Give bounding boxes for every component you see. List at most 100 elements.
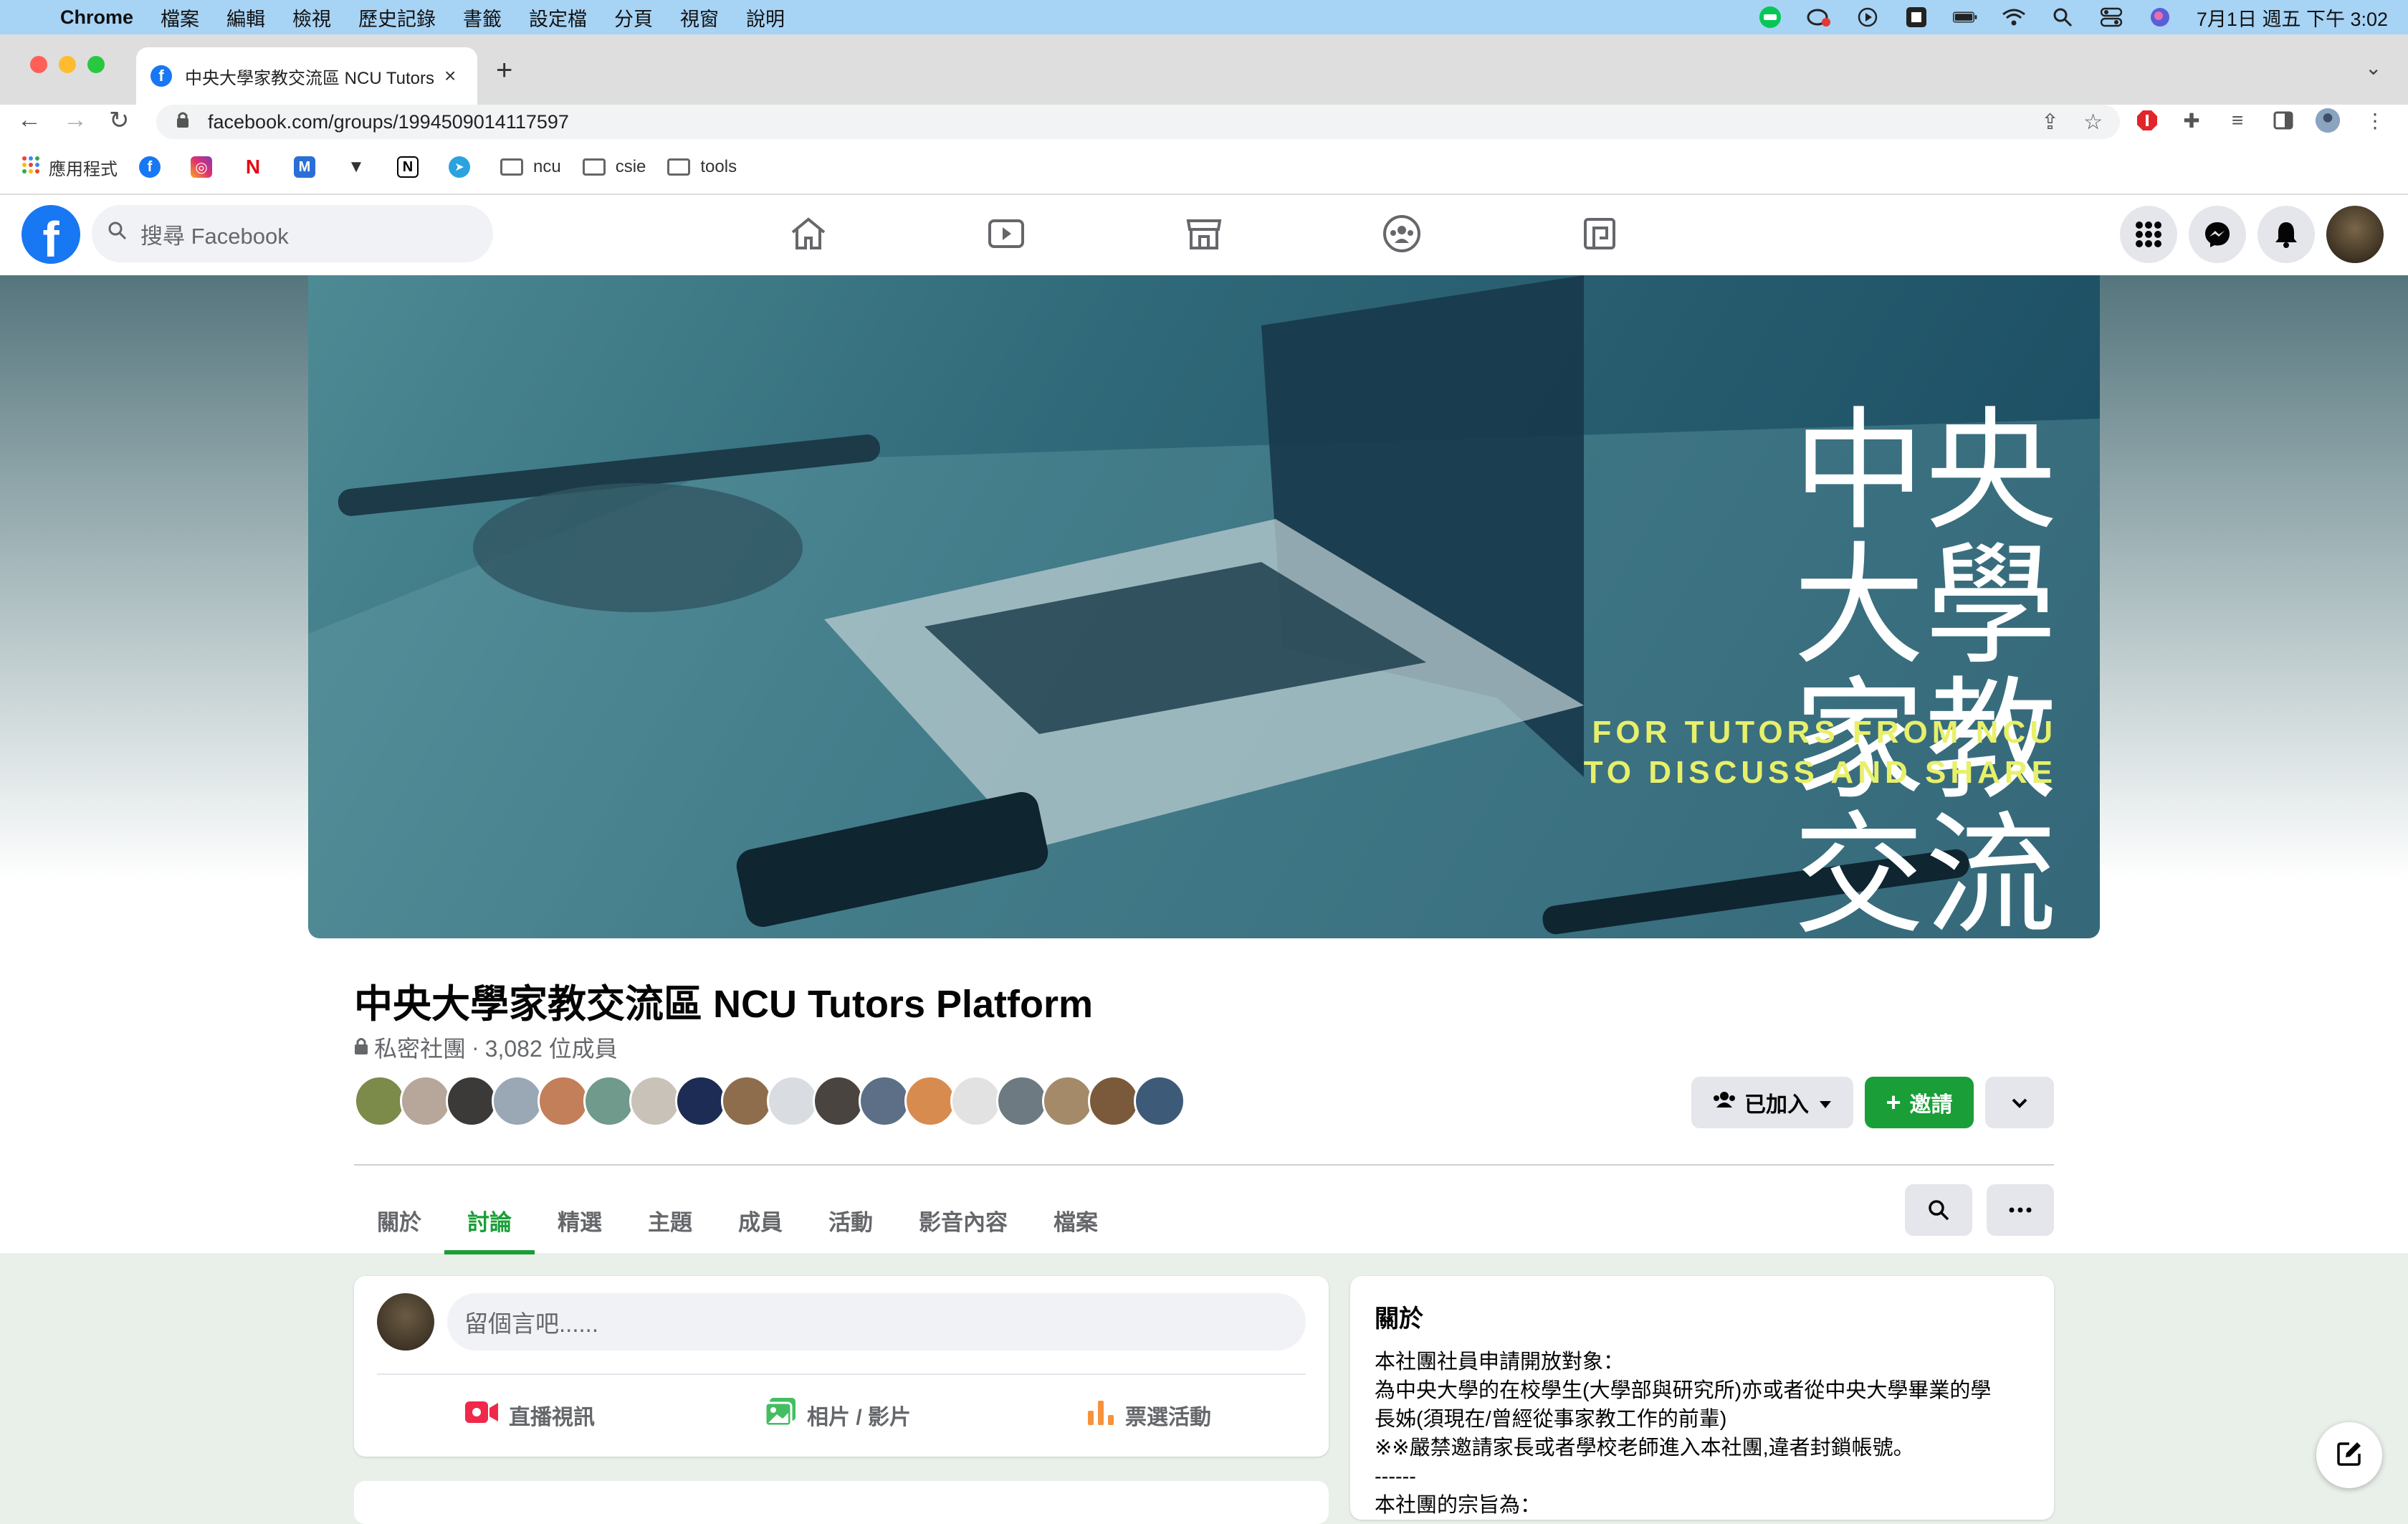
tab-media[interactable]: 影音內容 <box>896 1186 1031 1254</box>
menubar-clock[interactable]: 7月1日 週五 下午 3:02 <box>2197 4 2388 32</box>
tab-about[interactable]: 關於 <box>354 1186 444 1254</box>
control-center-icon[interactable] <box>2099 6 2123 28</box>
bookmark-instagram[interactable]: ◎ <box>191 156 221 178</box>
forward-arrow-icon[interactable]: → <box>63 106 87 134</box>
facebook-logo[interactable]: f <box>22 205 80 264</box>
profile-avatar[interactable] <box>2315 108 2341 133</box>
joined-button[interactable]: 已加入 <box>1691 1077 1853 1128</box>
nav-watch-icon[interactable] <box>985 212 1028 255</box>
nav-groups-icon[interactable] <box>1380 212 1423 255</box>
window-zoom-button[interactable] <box>87 56 105 73</box>
menu-edit[interactable]: 編輯 <box>226 4 265 32</box>
bookmark-extension[interactable]: ▼ <box>345 156 376 178</box>
window-close-button[interactable] <box>30 56 47 73</box>
account-avatar[interactable] <box>2326 206 2384 263</box>
poll-button[interactable]: 票選活動 <box>1086 1394 1211 1437</box>
member-avatar[interactable] <box>813 1075 864 1127</box>
member-avatar[interactable] <box>538 1075 589 1127</box>
url-text[interactable]: facebook.com/groups/1994509014117597 <box>208 111 569 133</box>
adblock-extension-icon[interactable] <box>2134 108 2160 133</box>
member-avatar[interactable] <box>492 1075 543 1127</box>
member-avatar[interactable] <box>1042 1075 1094 1127</box>
facebook-search-input[interactable]: 搜尋 Facebook <box>92 205 493 262</box>
input-method-icon[interactable] <box>1904 6 1929 28</box>
more-options-dropdown[interactable] <box>1985 1077 2054 1128</box>
photo-video-button[interactable]: 相片 / 影片 <box>764 1394 911 1437</box>
invite-button[interactable]: + 邀請 <box>1865 1077 1974 1128</box>
menu-view[interactable]: 檢視 <box>292 4 331 32</box>
more-icon[interactable] <box>1987 1184 2054 1236</box>
menu-tab[interactable]: 分頁 <box>614 4 653 32</box>
siri-icon[interactable] <box>2148 6 2172 28</box>
nav-gaming-icon[interactable] <box>1578 212 1621 255</box>
new-tab-button[interactable]: + <box>496 54 512 87</box>
window-minimize-button[interactable] <box>59 56 76 73</box>
member-avatar[interactable] <box>950 1075 1002 1127</box>
member-count[interactable]: 3,082 位成員 <box>485 1031 618 1064</box>
side-panel-icon[interactable] <box>2270 108 2296 133</box>
group-title[interactable]: 中央大學家教交流區 NCU Tutors Platform <box>354 972 1093 1029</box>
menu-app-name[interactable]: Chrome <box>60 6 133 29</box>
menu-bookmarks[interactable]: 書籤 <box>463 4 502 32</box>
tab-featured[interactable]: 精選 <box>535 1186 625 1254</box>
media-control-icon[interactable]: ≡ <box>2225 108 2250 133</box>
bookmark-notion[interactable]: N <box>397 156 427 178</box>
member-avatar[interactable] <box>767 1075 818 1127</box>
menu-window[interactable]: 視窗 <box>680 4 719 32</box>
group-privacy[interactable]: 私密社團 <box>374 1031 466 1064</box>
play-status-icon[interactable] <box>1855 6 1880 28</box>
share-icon[interactable]: ⇪ <box>2041 110 2059 135</box>
bookmark-apps[interactable]: 應用程式 <box>22 155 118 180</box>
reload-icon[interactable]: ↻ <box>109 106 130 135</box>
tab-search-chevron-icon[interactable]: ⌄ <box>2365 56 2381 80</box>
lock-icon[interactable] <box>176 111 189 133</box>
member-avatar[interactable] <box>446 1075 497 1127</box>
member-avatar[interactable] <box>354 1075 406 1127</box>
menu-grid-icon[interactable] <box>2120 206 2177 263</box>
bookmark-facebook[interactable]: f <box>139 156 169 178</box>
extensions-puzzle-icon[interactable]: ✚ <box>2179 108 2204 133</box>
bookmark-folder-ncu[interactable]: ncu <box>500 157 561 177</box>
bookmark-star-icon[interactable]: ☆ <box>2083 110 2103 135</box>
bookmark-folder-tools[interactable]: tools <box>667 157 737 177</box>
back-arrow-icon[interactable]: ← <box>17 106 42 134</box>
menu-file[interactable]: 檔案 <box>161 4 199 32</box>
member-avatar[interactable] <box>629 1075 681 1127</box>
member-avatar[interactable] <box>1088 1075 1140 1127</box>
new-message-button[interactable] <box>2316 1422 2382 1488</box>
member-avatars[interactable] <box>354 1075 1185 1127</box>
tab-events[interactable]: 活動 <box>806 1186 896 1254</box>
member-avatar[interactable] <box>400 1075 452 1127</box>
member-avatar[interactable] <box>859 1075 910 1127</box>
menu-help[interactable]: 說明 <box>746 4 785 32</box>
menu-profiles[interactable]: 設定檔 <box>529 4 587 32</box>
address-bar[interactable]: facebook.com/groups/1994509014117597 ⇪ ☆ <box>156 105 2120 139</box>
spotlight-search-icon[interactable] <box>2050 6 2075 28</box>
creative-cloud-icon[interactable] <box>1807 6 1831 28</box>
member-avatar[interactable] <box>904 1075 956 1127</box>
bookmark-netflix[interactable]: N <box>242 156 272 178</box>
bookmark-folder-csie[interactable]: csie <box>582 157 646 177</box>
browser-tab-active[interactable]: f 中央大學家教交流區 NCU Tutors Platform × <box>136 47 477 105</box>
bookmark-telegram[interactable]: ➤ <box>449 156 479 178</box>
notifications-bell-icon[interactable] <box>2258 206 2315 263</box>
bookmark-medium[interactable]: M <box>294 156 324 178</box>
nav-marketplace-icon[interactable] <box>1182 212 1226 255</box>
member-avatar[interactable] <box>1134 1075 1185 1127</box>
member-avatar[interactable] <box>583 1075 635 1127</box>
chrome-menu-icon[interactable]: ⋮ <box>2362 108 2388 133</box>
menu-history[interactable]: 歷史記錄 <box>358 4 436 32</box>
wifi-icon[interactable] <box>2002 6 2026 28</box>
composer-input[interactable]: 留個言吧...... <box>447 1293 1306 1351</box>
tab-close-icon[interactable]: × <box>444 65 456 87</box>
nav-home-icon[interactable] <box>787 212 830 255</box>
tab-files[interactable]: 檔案 <box>1031 1186 1121 1254</box>
composer-avatar[interactable] <box>377 1293 434 1351</box>
member-avatar[interactable] <box>996 1075 1048 1127</box>
tab-topics[interactable]: 主題 <box>625 1186 715 1254</box>
messenger-icon[interactable] <box>2189 206 2246 263</box>
battery-icon[interactable] <box>1952 6 1977 28</box>
group-search-button[interactable] <box>1905 1184 1972 1236</box>
live-video-button[interactable]: 直播視訊 <box>464 1394 595 1437</box>
member-avatar[interactable] <box>721 1075 773 1127</box>
